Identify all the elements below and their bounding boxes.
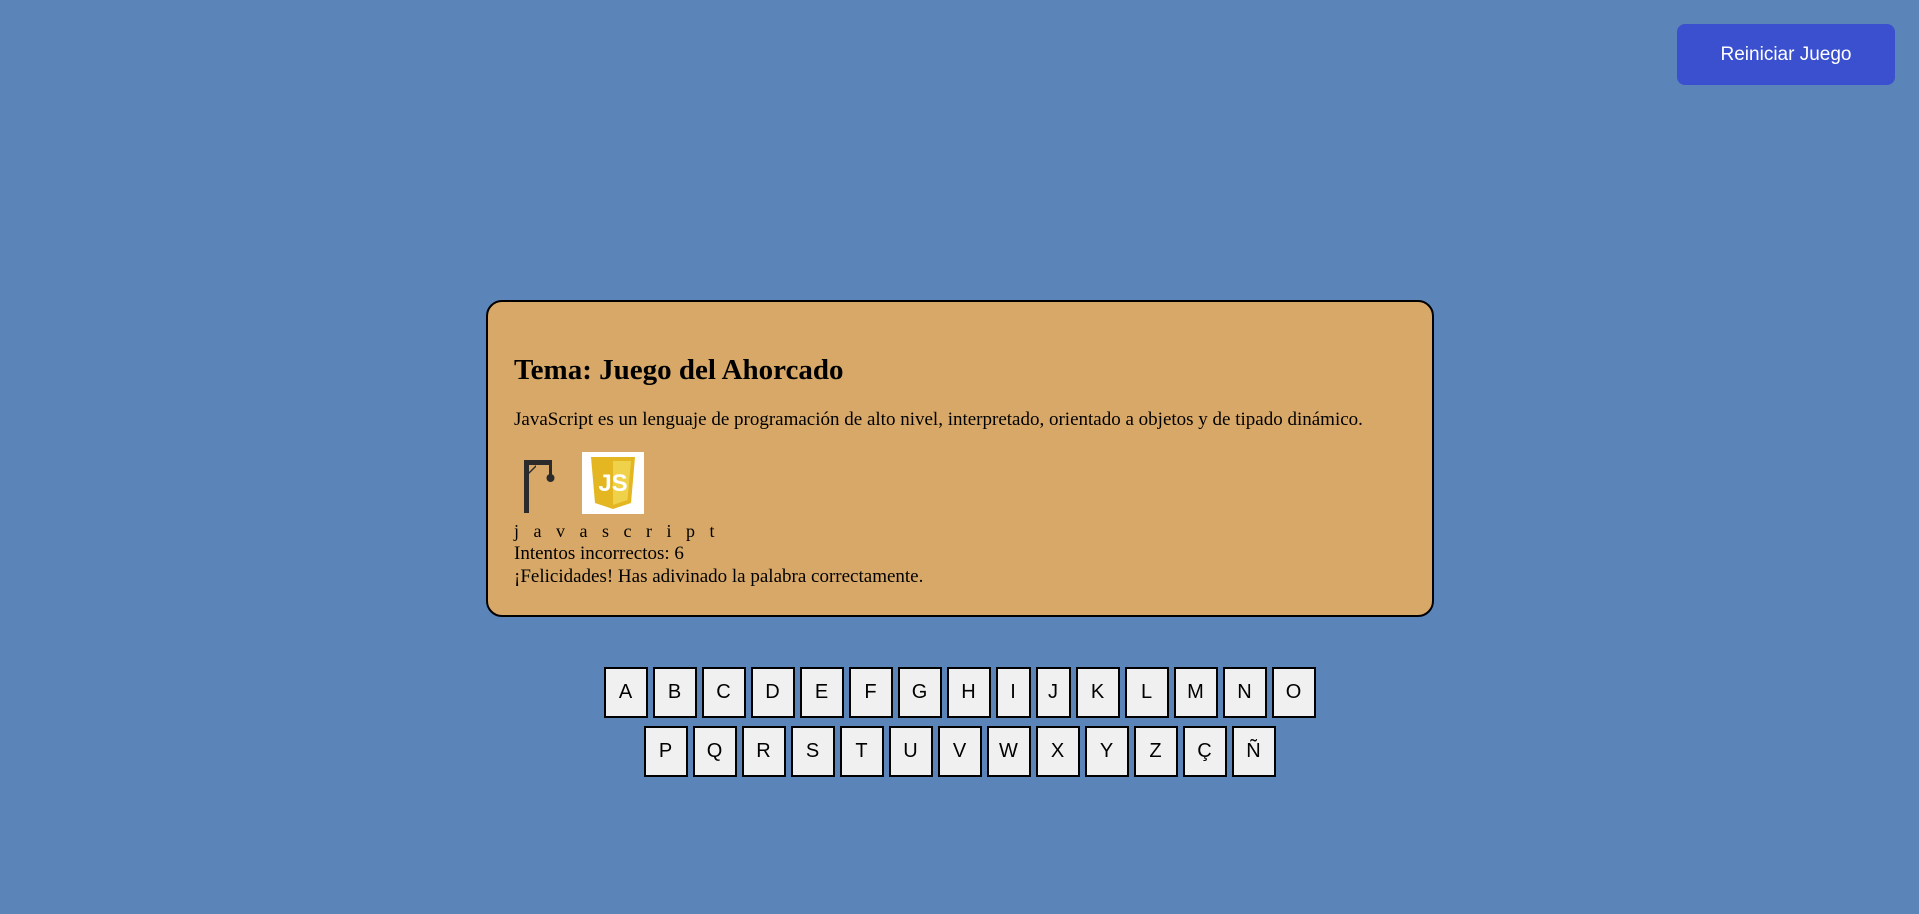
key-c[interactable]: C (701, 667, 746, 718)
key-n[interactable]: N (1222, 667, 1267, 718)
key-j[interactable]: J (1035, 667, 1071, 718)
topic-description: JavaScript es un lenguaje de programació… (514, 409, 1363, 430)
key-r[interactable]: R (741, 726, 786, 777)
game-title: Tema: Juego del Ahorcado (514, 354, 844, 386)
key-u[interactable]: U (888, 726, 933, 777)
key-w[interactable]: W (986, 726, 1031, 777)
key-i[interactable]: I (995, 667, 1031, 718)
key-p[interactable]: P (643, 726, 688, 777)
javascript-logo-icon: JS (582, 452, 644, 514)
key-n-tilde[interactable]: Ñ (1231, 726, 1276, 777)
hidden-word: j a v a s c r i p t (514, 521, 720, 541)
key-o[interactable]: O (1271, 667, 1316, 718)
key-x[interactable]: X (1035, 726, 1080, 777)
key-z[interactable]: Z (1133, 726, 1178, 777)
game-card: Tema: Juego del Ahorcado JavaScript es u… (486, 300, 1434, 617)
key-c-cedilla[interactable]: Ç (1182, 726, 1227, 777)
key-q[interactable]: Q (692, 726, 737, 777)
key-e[interactable]: E (799, 667, 844, 718)
key-a[interactable]: A (603, 667, 648, 718)
key-v[interactable]: V (937, 726, 982, 777)
key-g[interactable]: G (897, 667, 942, 718)
key-k[interactable]: K (1075, 667, 1120, 718)
images-row: JS (514, 452, 1406, 515)
key-s[interactable]: S (790, 726, 835, 777)
restart-game-button[interactable]: Reiniciar Juego (1677, 24, 1895, 85)
logo-lettering: JS (598, 470, 627, 497)
key-f[interactable]: F (848, 667, 893, 718)
key-b[interactable]: B (652, 667, 697, 718)
hangman-gallows-icon (514, 452, 558, 515)
key-y[interactable]: Y (1084, 726, 1129, 777)
keyboard-row-1: A B C D E F G H I J K L M N O (0, 667, 1919, 718)
key-t[interactable]: T (839, 726, 884, 777)
keyboard-row-2: P Q R S T U V W X Y Z Ç Ñ (0, 726, 1919, 777)
key-l[interactable]: L (1124, 667, 1169, 718)
key-m[interactable]: M (1173, 667, 1218, 718)
key-d[interactable]: D (750, 667, 795, 718)
incorrect-attempts: Intentos incorrectos: 6 (514, 543, 684, 564)
letter-keyboard: A B C D E F G H I J K L M N O P Q R S T … (0, 667, 1919, 785)
status-message: ¡Felicidades! Has adivinado la palabra c… (514, 566, 924, 587)
key-h[interactable]: H (946, 667, 991, 718)
